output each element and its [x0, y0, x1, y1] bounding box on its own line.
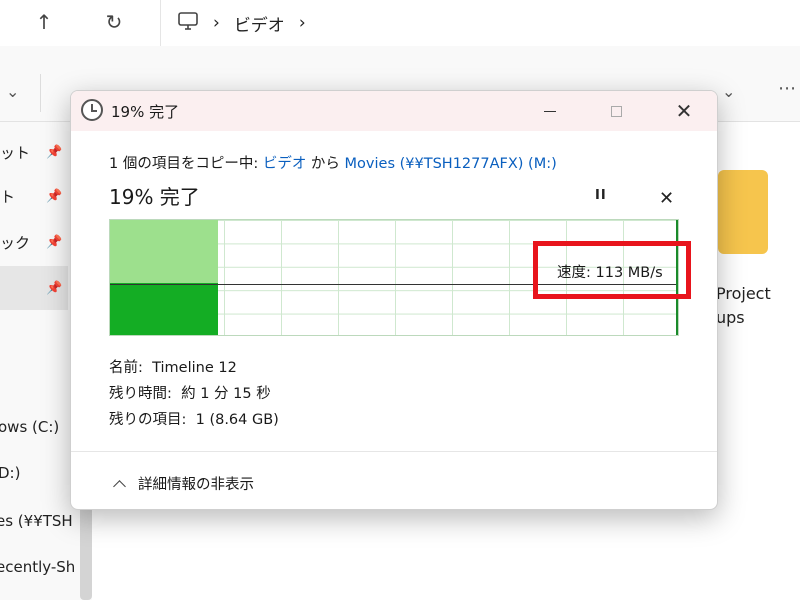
graph-fill-upper — [110, 220, 218, 284]
hide-details-button[interactable]: 詳細情報の非表示 — [113, 473, 254, 494]
items-remaining-label: 残りの項目: — [109, 412, 187, 428]
copy-destination-link[interactable]: Movies (¥¥TSH1277AFX) (M:) — [345, 156, 557, 172]
time-remaining-row: 残り時間: 約 1 分 15 秒 — [109, 382, 271, 403]
folder-label[interactable]: Project ups — [716, 282, 771, 330]
speed-label: 速度: 113 MB/s — [557, 265, 663, 281]
minimize-button[interactable] — [517, 91, 583, 131]
breadcrumb-chevron-icon: › — [213, 13, 220, 33]
name-label: 名前: — [109, 360, 143, 376]
navigation-pane: ット 📌 ト 📌 ック 📌 📌 ows (C:) D:) es (¥¥TSH e… — [0, 122, 80, 600]
folder-label-line: ups — [716, 308, 745, 327]
sidebar-item-label: ック — [0, 233, 31, 252]
sidebar-item-label: ット — [0, 143, 31, 162]
sidebar-drive-d[interactable]: D:) — [0, 464, 78, 482]
maximize-icon — [610, 105, 622, 117]
sidebar-recent-item[interactable]: ecently-Sh — [0, 558, 76, 576]
copy-description: 1 個の項目をコピー中: ビデオ から Movies (¥¥TSH1277AFX… — [109, 152, 557, 173]
copy-source-link[interactable]: ビデオ — [263, 156, 307, 172]
chevron-up-icon — [113, 479, 126, 493]
pin-icon: 📌 — [46, 234, 63, 250]
pin-icon: 📌 — [46, 280, 63, 296]
cancel-icon[interactable]: ✕ — [659, 188, 674, 209]
pin-icon: 📌 — [46, 188, 63, 204]
sidebar-item-label: ト — [0, 187, 16, 206]
sidebar-pinned-item[interactable]: ト 📌 — [0, 174, 68, 218]
chevron-down-icon[interactable]: ⌄ — [6, 82, 19, 101]
chevron-down-icon[interactable]: ⌄ — [722, 82, 735, 101]
hide-details-label: 詳細情報の非表示 — [138, 477, 254, 493]
toolbar-divider — [40, 74, 41, 112]
computer-icon — [177, 11, 199, 36]
copy-progress-dialog: 19% 完了 ✕ 1 個の項目をコピー中: ビデオ から Movies (¥¥T… — [70, 90, 718, 510]
copy-prefix: 1 個の項目をコピー中: — [109, 156, 263, 172]
items-remaining-row: 残りの項目: 1 (8.64 GB) — [109, 408, 279, 429]
dialog-divider — [71, 451, 717, 452]
time-remaining-value: 約 1 分 15 秒 — [181, 386, 271, 402]
breadcrumb-item-videos[interactable]: ビデオ — [234, 11, 285, 36]
graph-fill-lower — [110, 283, 218, 335]
breadcrumb-chevron-icon: › — [298, 13, 306, 33]
name-row: 名前: Timeline 12 — [109, 356, 237, 377]
items-remaining-value: 1 (8.64 GB) — [195, 412, 279, 428]
pin-icon: 📌 — [46, 144, 63, 160]
dialog-title: 19% 完了 — [111, 103, 180, 121]
address-bar[interactable]: › ビデオ › — [160, 0, 800, 46]
maximize-button[interactable] — [583, 91, 649, 131]
dialog-titlebar[interactable]: 19% 完了 ✕ — [71, 91, 717, 131]
refresh-icon[interactable]: ↻ — [100, 8, 128, 36]
sidebar-pinned-item-selected[interactable]: 📌 — [0, 266, 68, 310]
sidebar-pinned-item[interactable]: ット 📌 — [0, 130, 68, 174]
address-row: ↑ ↻ › ビデオ › — [0, 0, 800, 46]
minimize-icon — [544, 110, 556, 112]
percent-complete-label: 19% 完了 — [109, 185, 200, 209]
more-options-icon[interactable]: ⋯ — [778, 78, 796, 99]
sidebar-drive-network[interactable]: es (¥¥TSH — [0, 512, 76, 530]
name-value: Timeline 12 — [152, 360, 237, 376]
sidebar-pinned-item[interactable]: ック 📌 — [0, 220, 68, 264]
close-button[interactable]: ✕ — [651, 91, 717, 131]
up-arrow-icon[interactable]: ↑ — [30, 8, 58, 36]
pause-icon[interactable]: II — [595, 188, 607, 203]
sidebar-drive-c[interactable]: ows (C:) — [0, 418, 78, 436]
copy-middle: から — [306, 156, 345, 172]
clock-icon — [81, 99, 103, 121]
sidebar-scrollbar[interactable] — [80, 500, 92, 600]
close-icon: ✕ — [675, 99, 693, 123]
folder-label-line: Project — [716, 284, 771, 303]
time-remaining-label: 残り時間: — [109, 386, 172, 402]
folder-icon[interactable] — [718, 170, 768, 254]
